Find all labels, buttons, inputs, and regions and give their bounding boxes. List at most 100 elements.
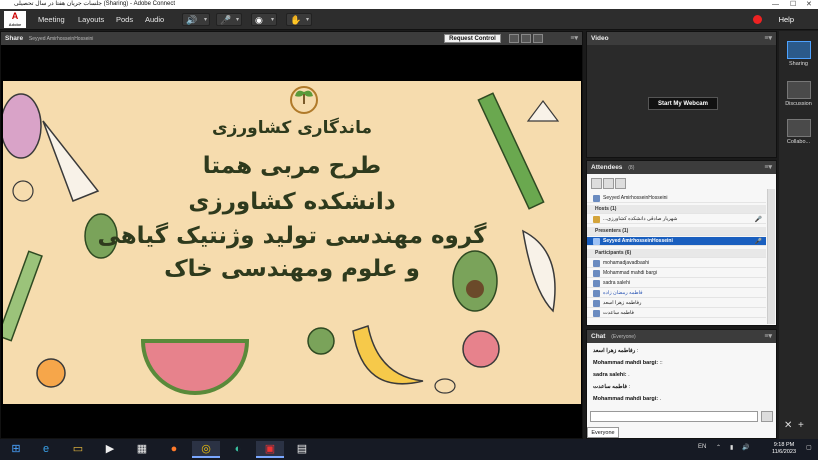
layout-label: Collabo... — [786, 139, 811, 145]
menu-bar: A Adobe Meeting Layouts Pods Audio 🔊 ▾ 🎤 ▾… — [0, 9, 818, 30]
host-icon — [593, 216, 600, 223]
user-icon — [593, 300, 600, 307]
window-title: جلسات جریان هفتا در سال تحصیلی (Sharing)… — [14, 1, 175, 7]
menu-audio[interactable]: Audio — [145, 9, 164, 30]
slide-line-1: طرح مربی همتا — [202, 153, 382, 179]
share-view-options — [509, 34, 555, 43]
user-icon — [593, 290, 600, 297]
window-title-bar: جلسات جریان هفتا در سال تحصیلی (Sharing)… — [0, 0, 818, 9]
ie-icon[interactable]: e — [32, 441, 60, 458]
hosts-section[interactable]: Hosts (1) — [587, 205, 766, 214]
fit-width-icon[interactable] — [509, 34, 519, 43]
participant-row[interactable]: فاطمه ساعدت — [587, 309, 766, 318]
chat-tab-everyone[interactable]: Everyone — [587, 427, 619, 438]
current-user-row[interactable]: Seyyed AmirhosseinHosseini — [587, 194, 766, 203]
file-explorer-icon[interactable]: ▭ — [64, 441, 92, 458]
breakout-icon[interactable] — [603, 178, 614, 189]
start-webcam-button[interactable]: Start My Webcam — [648, 97, 718, 110]
send-message-button[interactable]: ➤ — [761, 411, 773, 422]
chevron-down-icon[interactable]: ▾ — [236, 16, 239, 23]
host-row[interactable]: ...شهریار صادقی دانشکده کشاورزی 🎤 — [587, 215, 766, 224]
chat-message: Mohammad mahdi bargi: . — [593, 396, 661, 402]
pod-menu-icon[interactable]: ≡▾ — [764, 330, 772, 343]
share-pod-title: Share — [5, 35, 24, 42]
layout-thumb-icon — [786, 119, 811, 137]
user-icon — [593, 280, 600, 287]
banana-icon — [352, 325, 424, 385]
firefox-icon[interactable]: ● — [160, 441, 188, 458]
pod-menu-icon[interactable]: ≡▾ — [764, 161, 772, 174]
user-icon — [593, 260, 600, 267]
system-clock[interactable]: 9:18 PM 11/6/2023 — [772, 442, 796, 456]
microphone-toggle[interactable]: 🎤 ▾ — [216, 13, 242, 26]
slide-line-4: و علوم ومهندسی خاک — [164, 256, 420, 282]
raise-hand-icon: ✋ — [290, 15, 302, 25]
chevron-down-icon[interactable]: ▾ — [271, 16, 274, 23]
media-player-icon[interactable]: ▶ — [96, 441, 124, 458]
slide-logo-text: ماندگاری کشاورزی — [212, 118, 372, 138]
attendees-count: (8) — [628, 165, 635, 171]
slide-line-3: گروه مهندسی تولید وژنتیک گیاهی — [97, 223, 487, 249]
webcam-toggle[interactable]: ◉ ▾ — [251, 13, 277, 26]
attendees-scrollbar[interactable] — [767, 189, 775, 324]
participant-name: mohamadjavadbashi — [603, 260, 650, 266]
pod-menu-icon[interactable]: ≡▾ — [764, 32, 772, 45]
fullscreen-icon[interactable] — [533, 34, 543, 43]
participants-section[interactable]: Participants (6) — [587, 249, 766, 258]
list-view-icon[interactable] — [591, 178, 602, 189]
close-button[interactable]: ✕ — [806, 0, 812, 9]
minimize-button[interactable]: — — [772, 0, 779, 9]
menu-pods[interactable]: Pods — [116, 9, 133, 30]
faculty-logo — [287, 84, 321, 117]
video-pod-title: Video — [591, 35, 609, 42]
chat-input[interactable] — [590, 411, 758, 422]
layout-label: Discussion — [785, 101, 812, 107]
notifications-icon[interactable]: ▢ — [806, 444, 812, 451]
clapper-icon[interactable]: ▦ — [128, 441, 156, 458]
network-icon[interactable]: ▮ — [730, 444, 733, 451]
broccoli-icon — [307, 327, 335, 355]
status-view-icon[interactable] — [615, 178, 626, 189]
presenter-row[interactable]: Seyyed AmirhosseinHosseini 🎤 — [587, 237, 766, 246]
add-layout-icon[interactable]: + — [798, 420, 804, 431]
status-toggle[interactable]: ✋ ▾ — [286, 13, 312, 26]
presenter-name: Seyyed AmirhosseinHosseini — [603, 238, 673, 244]
participant-row[interactable]: فاطمه رمضان زاده — [587, 289, 766, 298]
filmstrip-icon[interactable] — [521, 34, 531, 43]
presenters-section[interactable]: Presenters (1) — [587, 227, 766, 236]
menu-layouts[interactable]: Layouts — [78, 9, 104, 30]
participant-row[interactable]: رفاطمه زهرا اسعد — [587, 299, 766, 308]
chevron-down-icon[interactable]: ▾ — [306, 16, 309, 23]
menu-help[interactable]: Help — [779, 9, 794, 30]
layout-collaboration[interactable]: Collabo... — [783, 119, 814, 145]
tray-chevron-icon[interactable]: ⌃ — [716, 444, 721, 451]
chrome-icon[interactable]: ◎ — [192, 441, 220, 458]
edge-icon[interactable]: ◐ — [224, 441, 252, 458]
volume-icon[interactable]: 🔊 — [742, 444, 749, 451]
presenters-section-label: Presenters (1) — [595, 228, 629, 234]
layout-sharing[interactable]: Sharing — [783, 41, 814, 67]
participant-row[interactable]: Mohammad mahdi bargi — [587, 269, 766, 278]
pod-menu-icon[interactable]: ≡▾ — [570, 32, 578, 45]
webcam-icon: ◉ — [255, 15, 263, 25]
attendees-pod-title: Attendees — [591, 164, 623, 171]
adobe-logo-letter: A — [11, 11, 19, 21]
adobe-connect-icon[interactable]: ▣ — [256, 441, 284, 458]
participant-row[interactable]: mohamadjavadbashi — [587, 259, 766, 268]
speaker-toggle[interactable]: 🔊 ▾ — [182, 13, 210, 26]
language-indicator[interactable]: EN — [698, 444, 706, 450]
maximize-button[interactable]: ☐ — [790, 0, 796, 9]
record-indicator[interactable] — [753, 15, 762, 24]
start-icon[interactable]: ⊞ — [2, 441, 30, 458]
request-control-button[interactable]: Request Control — [444, 34, 501, 43]
layout-thumb-icon — [786, 81, 811, 99]
participant-row[interactable]: sadra salehi — [587, 279, 766, 288]
layout-discussion[interactable]: Discussion — [783, 81, 814, 107]
current-user-name: Seyyed AmirhosseinHosseini — [603, 195, 668, 201]
tools-icon[interactable]: ✕ — [784, 420, 792, 431]
participant-name: Mohammad mahdi bargi — [603, 270, 657, 276]
speaker-icon: 🔊 — [186, 15, 198, 25]
menu-meeting[interactable]: Meeting — [38, 9, 65, 30]
chevron-down-icon[interactable]: ▾ — [204, 16, 207, 23]
document-icon[interactable]: ▤ — [288, 441, 316, 458]
